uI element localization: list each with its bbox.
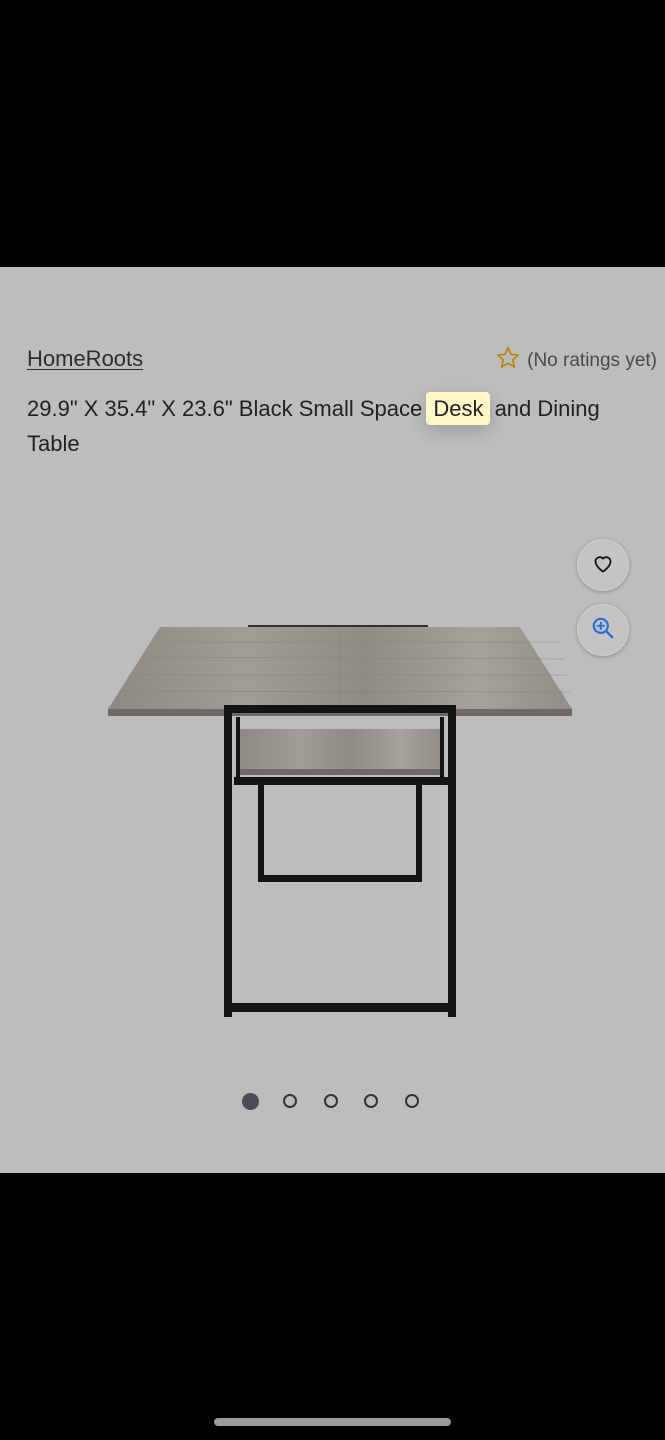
rating-text: (No ratings yet) [527, 350, 657, 371]
status-area [0, 0, 665, 267]
search-highlight: Desk [426, 392, 491, 425]
product-image[interactable] [100, 617, 580, 1027]
home-indicator[interactable] [214, 1418, 451, 1426]
title-text-start: 29.9" X 35.4" X 23.6" Black Small Space [27, 396, 429, 421]
carousel-indicator [242, 1092, 445, 1110]
favorite-button[interactable] [577, 539, 629, 591]
zoom-in-icon [590, 615, 616, 646]
carousel-dot-1[interactable] [242, 1092, 259, 1110]
carousel-dot-4[interactable] [364, 1094, 378, 1108]
rating-summary[interactable]: (No ratings yet) [495, 345, 657, 377]
product-sheet: HomeRoots (No ratings yet) 29.9" X 35.4"… [0, 267, 665, 1173]
brand-link[interactable]: HomeRoots [27, 346, 143, 372]
carousel-dot-3[interactable] [323, 1094, 338, 1108]
product-title: 29.9" X 35.4" X 23.6" Black Small Space … [27, 391, 627, 461]
bottom-backdrop [0, 1173, 665, 1440]
carousel-dot-2[interactable] [283, 1094, 297, 1108]
star-icon [495, 345, 521, 377]
carousel-dot-5[interactable] [404, 1094, 419, 1108]
heart-icon [591, 551, 615, 580]
zoom-button[interactable] [577, 604, 629, 656]
